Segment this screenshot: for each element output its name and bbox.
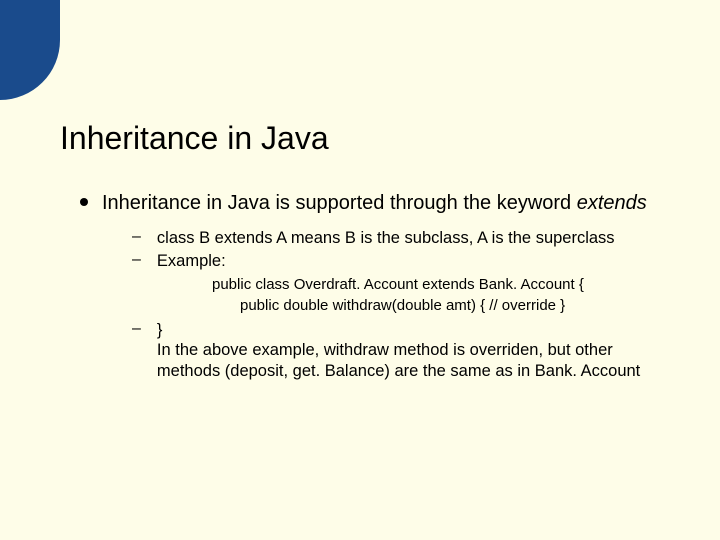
sub-bullets: – class B extends A means B is the subcl… [132, 228, 670, 382]
dash-icon: – [132, 251, 141, 269]
sub-bullet-2-text: Example: [157, 251, 226, 272]
bullet-icon [80, 198, 88, 206]
sub-bullet-2: – Example: [132, 251, 670, 272]
sub-bullet-3: – } In the above example, withdraw metho… [132, 320, 670, 382]
sub-bullet-1-text: class B extends A means B is the subclas… [157, 228, 615, 249]
code-line-2: public double withdraw(double amt) { // … [212, 296, 670, 316]
main-bullet: Inheritance in Java is supported through… [80, 190, 670, 216]
corner-accent [0, 0, 60, 100]
sub-bullet-3-wrap: } In the above example, withdraw method … [157, 320, 670, 382]
code-line-1: public class Overdraft. Account extends … [212, 275, 670, 295]
code-line-3: } [157, 320, 670, 341]
code-block: public class Overdraft. Account extends … [212, 275, 670, 316]
dash-icon: – [132, 320, 141, 338]
main-bullet-part1: Inheritance in Java is supported through… [102, 192, 577, 214]
dash-icon: – [132, 228, 141, 246]
sub-bullet-3-text: In the above example, withdraw method is… [157, 340, 670, 381]
slide-title: Inheritance in Java [60, 120, 329, 157]
main-bullet-keyword: extends [577, 192, 647, 214]
sub-bullet-1: – class B extends A means B is the subcl… [132, 228, 670, 249]
slide-content: Inheritance in Java is supported through… [80, 190, 670, 384]
main-bullet-text: Inheritance in Java is supported through… [102, 190, 647, 216]
